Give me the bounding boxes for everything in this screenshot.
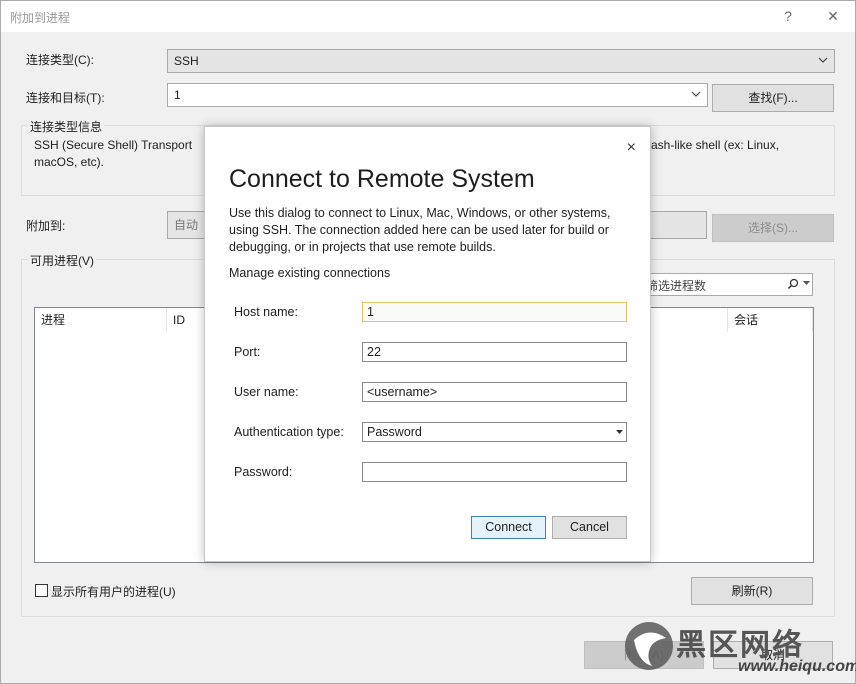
connection-type-dropdown[interactable]: SSH [167,49,835,73]
window-title: 附加到进程 [10,11,71,25]
chevron-down-icon[interactable] [689,87,703,101]
column-header-process[interactable]: 进程 [35,308,167,332]
connection-info-text-right: ash-like shell (ex: Linux, [651,138,780,152]
user-name-label: User name: [234,385,299,399]
connection-type-label: 连接类型(C): [26,53,94,67]
available-processes-title: 可用进程(V) [28,252,96,269]
refresh-button[interactable]: 刷新(R) [691,577,813,605]
connection-target-label: 连接和目标(T): [26,91,105,105]
host-name-field[interactable]: 1 [362,302,627,322]
watermark-url: www.heiqu.com [738,658,856,675]
auth-type-label: Authentication type: [234,425,344,439]
chevron-down-icon [818,57,828,63]
connection-target-value: 1 [174,88,181,102]
password-label: Password: [234,465,293,479]
connect-remote-dialog: × Connect to Remote System Use this dial… [204,126,651,562]
search-icon[interactable] [787,278,799,290]
connection-type-value: SSH [174,54,199,68]
password-field[interactable] [362,462,627,482]
dialog-title: Connect to Remote System [229,165,535,193]
connection-info-text: SSH (Secure Shell) Transport [34,138,193,152]
dialog-cancel-button[interactable]: Cancel [552,516,627,539]
find-button[interactable]: 查找(F)... [712,84,834,112]
close-icon[interactable]: ✕ [819,5,847,27]
auth-type-dropdown[interactable]: Password [362,422,627,442]
dropdown-arrow-icon[interactable] [803,281,810,286]
connection-info-text-line2: macOS, etc). [34,155,105,169]
port-label: Port: [234,345,261,359]
help-icon[interactable]: ? [774,5,802,27]
dialog-description: Use this dialog to connect to Linux, Mac… [229,206,611,254]
connection-target-combobox[interactable]: 1 [167,83,708,107]
site-watermark: 黑区网络 www.heiqu.com [620,614,856,684]
connect-button[interactable]: Connect [471,516,546,539]
process-filter-placeholder: 筛选进程数 [646,279,707,293]
watermark-logo-icon [625,622,673,670]
attach-to-label: 附加到: [26,219,66,233]
attach-to-value: 自动 [174,218,199,232]
dropdown-arrow-icon [616,430,623,434]
host-name-label: Host name: [234,305,298,319]
auth-type-value: Password [367,425,422,439]
manage-connections-link[interactable]: Manage existing connections [229,266,390,280]
process-filter-input[interactable]: 筛选进程数 [641,273,813,296]
user-name-field[interactable]: <username> [362,382,627,402]
title-bar: 附加到进程 ? ✕ [1,1,855,32]
dialog-close-icon[interactable]: × [627,139,636,157]
show-all-users-checkbox[interactable] [35,584,48,597]
column-header-session[interactable]: 会话 [727,308,813,332]
select-button[interactable]: 选择(S)... [712,214,834,242]
show-all-users-label: 显示所有用户的进程(U) [51,585,176,599]
port-field[interactable]: 22 [362,342,627,362]
connection-info-group-title: 连接类型信息 [28,118,105,135]
